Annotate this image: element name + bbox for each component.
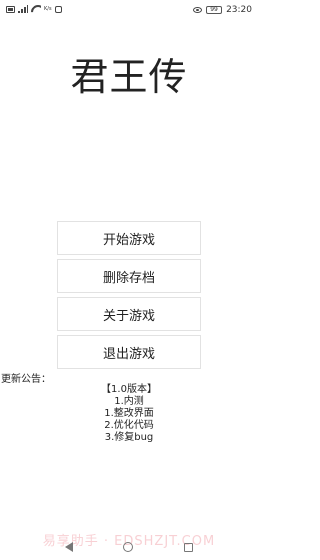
clock: 23:20 [226, 5, 252, 15]
notice-line: 1.内测 [114, 396, 144, 407]
home-icon[interactable] [123, 542, 134, 552]
app-title: 君王传 [70, 55, 188, 99]
exit-game-button[interactable]: 退出游戏 [57, 335, 201, 369]
about-game-button[interactable]: 关于游戏 [57, 297, 201, 331]
recents-icon[interactable] [183, 542, 193, 552]
wifi-icon [31, 5, 41, 13]
eye-icon [193, 7, 203, 13]
back-icon[interactable] [65, 542, 74, 552]
navigation-bar [0, 534, 258, 560]
notice-line: 2.优化代码 [104, 420, 154, 431]
start-game-button[interactable]: 开始游戏 [57, 221, 201, 255]
notice-line: 3.修复bug [104, 432, 154, 443]
notice-line: 1.整改界面 [104, 408, 154, 419]
sim-icon [6, 5, 15, 13]
status-bar: K/s 99 23:20 [0, 0, 258, 20]
status-right: 99 23:20 [193, 5, 252, 15]
signal-icon [18, 5, 28, 13]
battery-icon: 99 [206, 6, 223, 14]
notice-line: 【1.0版本】 [101, 384, 157, 395]
delete-save-button[interactable]: 删除存档 [57, 259, 201, 293]
status-left: K/s [6, 5, 62, 13]
network-speed: K/s [44, 5, 52, 12]
notice-label: 更新公告： [1, 374, 51, 385]
message-icon [54, 5, 62, 13]
notice-text: 【1.0版本】 1.内测 1.整改界面 2.优化代码 3.修复bug [0, 384, 258, 444]
